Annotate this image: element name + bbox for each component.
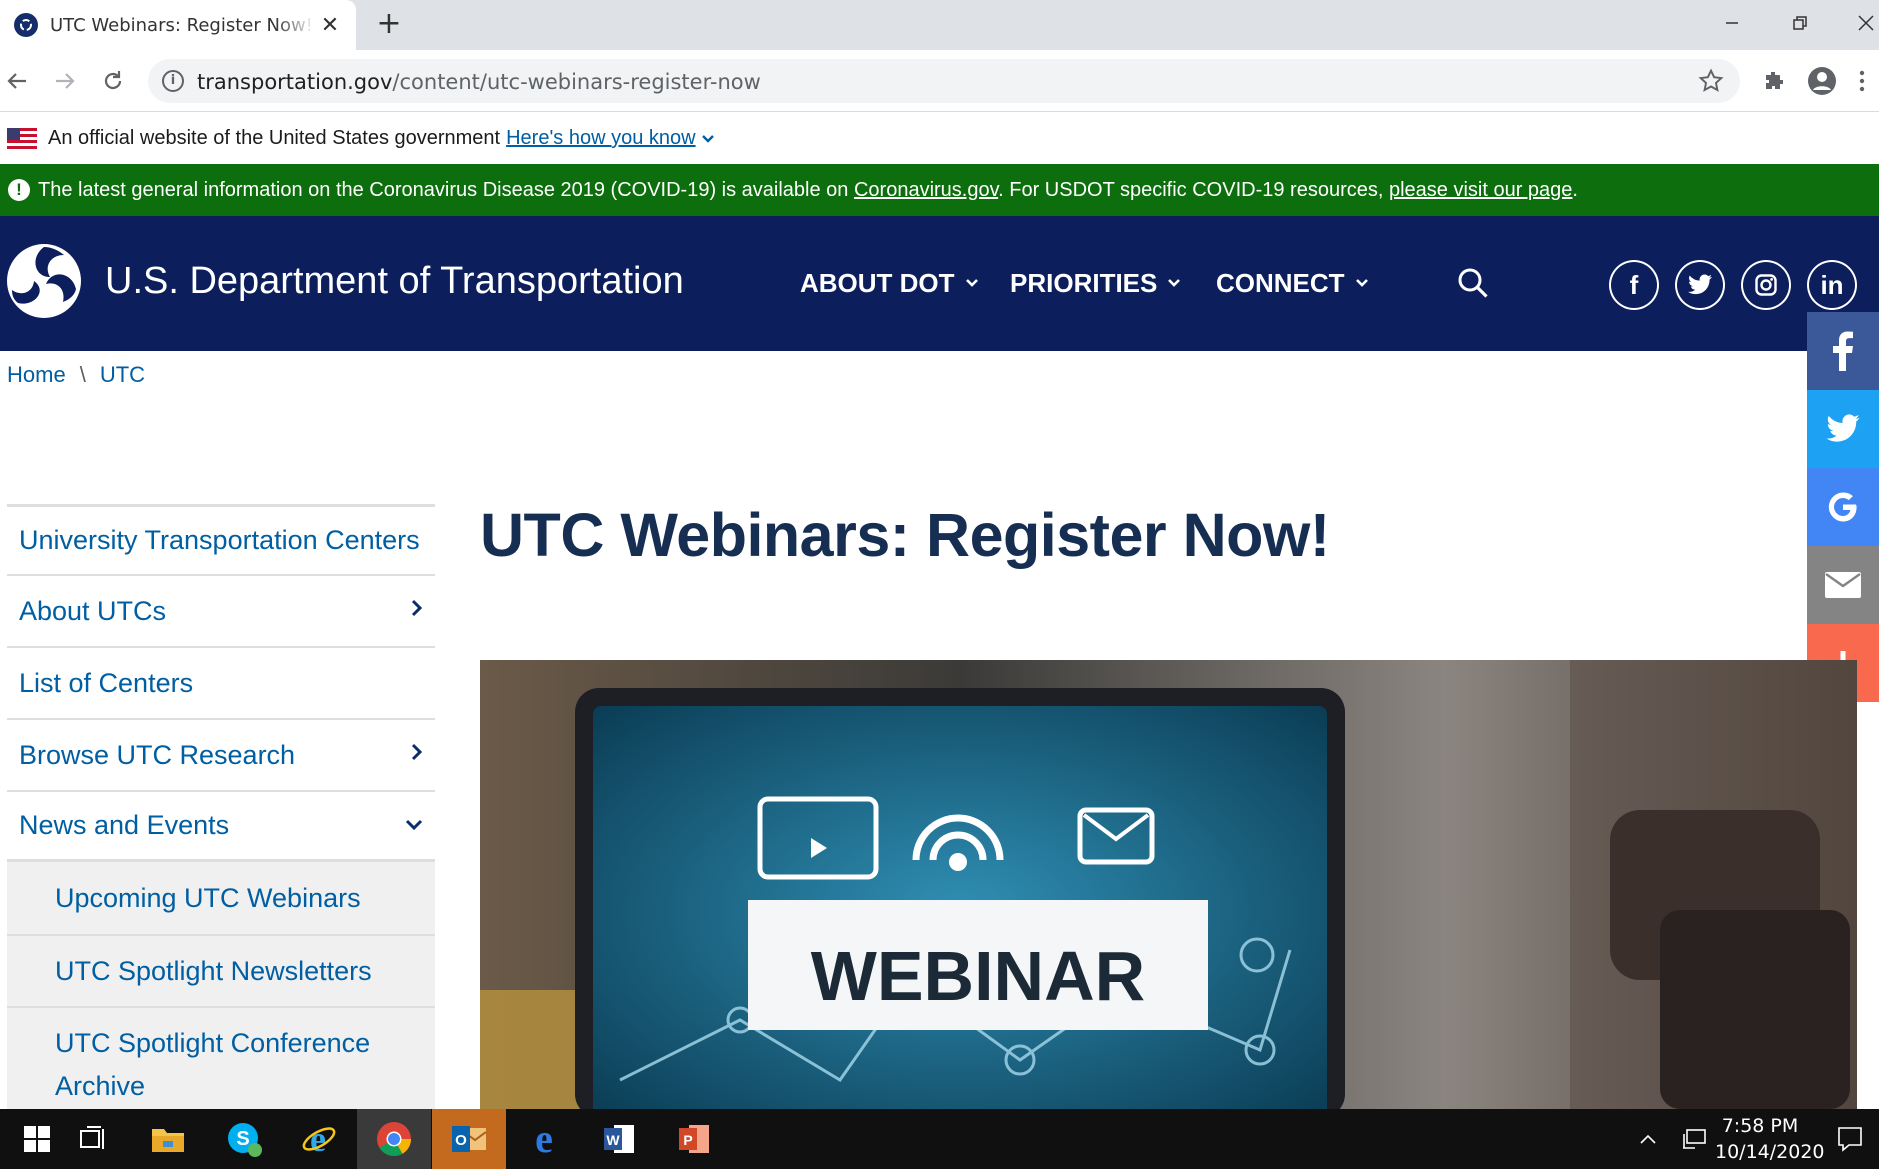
share-email-icon[interactable] — [1807, 546, 1879, 624]
search-icon[interactable] — [1456, 266, 1490, 304]
menu-kebab-icon[interactable] — [1852, 64, 1872, 98]
hero-webinar-text: WEBINAR — [811, 937, 1145, 1015]
breadcrumb-current-link[interactable]: UTC — [100, 362, 145, 388]
sidenav-item-news-events[interactable]: News and Events — [7, 790, 435, 862]
chevron-down-icon — [965, 275, 979, 293]
svg-text:O: O — [455, 1132, 467, 1149]
site-info-icon[interactable]: i — [162, 70, 184, 92]
sidenav-sub-upcoming-webinars[interactable]: Upcoming UTC Webinars — [7, 862, 435, 934]
sidenav-item-about-utcs[interactable]: About UTCs — [7, 574, 435, 646]
coronavirus-gov-link[interactable]: Coronavirus.gov — [854, 179, 998, 201]
breadcrumb-separator: \ — [79, 362, 86, 387]
share-google-icon[interactable] — [1807, 468, 1879, 546]
system-clock[interactable]: 7:58 PM 10/14/2020 — [1715, 1113, 1825, 1165]
internet-explorer-icon[interactable]: e — [282, 1109, 356, 1169]
sidenav-item-list-of-centers[interactable]: List of Centers — [7, 646, 435, 718]
reload-icon[interactable] — [96, 64, 130, 98]
address-bar[interactable]: i transportation.gov/content/utc-webinar… — [148, 59, 1740, 103]
dot-logo[interactable] — [6, 241, 82, 321]
chevron-down-icon — [1167, 275, 1181, 293]
twitter-icon[interactable] — [1675, 260, 1725, 310]
browser-toolbar: i transportation.gov/content/utc-webinar… — [0, 50, 1879, 112]
notifications-icon[interactable] — [1820, 1109, 1879, 1169]
skype-icon[interactable]: S — [207, 1109, 281, 1169]
chevron-down-icon — [1355, 275, 1369, 293]
sidenav-item-utc[interactable]: University Transportation Centers — [7, 504, 435, 574]
outlook-icon[interactable]: O — [432, 1109, 506, 1169]
address-url[interactable]: transportation.gov/content/utc-webinars-… — [197, 70, 761, 94]
browser-tab[interactable]: UTC Webinars: Register Now! | US Departm… — [0, 0, 356, 50]
breadcrumb-home-link[interactable]: Home — [7, 362, 66, 388]
svg-text:e: e — [310, 1121, 326, 1157]
svg-text:W: W — [606, 1132, 620, 1148]
us-flag-icon — [7, 127, 37, 150]
back-icon[interactable] — [0, 64, 34, 98]
facebook-icon[interactable]: f — [1609, 260, 1659, 310]
sidenav-sub-conference-archive[interactable]: UTC Spotlight Conference Archive — [7, 1006, 435, 1114]
task-view-icon[interactable] — [56, 1109, 130, 1169]
site-header: U.S. Department of Transportation ABOUT … — [0, 216, 1879, 351]
powerpoint-icon[interactable]: P — [657, 1109, 731, 1169]
nav-priorities[interactable]: PRIORITIES — [1010, 268, 1181, 299]
webinar-hero-image: WEBINAR — [480, 660, 1857, 1109]
new-tab-icon[interactable]: + — [372, 8, 406, 42]
browser-tab-strip: UTC Webinars: Register Now! | US Departm… — [0, 0, 1879, 50]
gov-banner: An official website of the United States… — [0, 113, 1879, 164]
dot-favicon-icon — [14, 13, 38, 37]
share-twitter-icon[interactable] — [1807, 390, 1879, 468]
alert-exclamation-icon: ! — [8, 179, 30, 201]
edge-icon[interactable]: e — [507, 1109, 581, 1169]
nav-about-dot[interactable]: ABOUT DOT — [800, 268, 979, 299]
page-title: UTC Webinars: Register Now! — [480, 501, 1330, 569]
sidenav-sub-spotlight-newsletters[interactable]: UTC Spotlight Newsletters — [7, 934, 435, 1006]
extensions-icon[interactable] — [1757, 64, 1791, 98]
window-close-icon[interactable] — [1846, 6, 1879, 40]
svg-text:e: e — [535, 1122, 553, 1156]
sidenav-item-browse-research[interactable]: Browse UTC Research — [7, 718, 435, 790]
breadcrumb: Home \ UTC — [7, 362, 145, 388]
profile-icon[interactable] — [1805, 64, 1839, 98]
chevron-right-icon — [411, 599, 423, 623]
tab-title: UTC Webinars: Register Now! | US Departm… — [50, 14, 315, 36]
instagram-icon[interactable] — [1741, 260, 1791, 310]
side-navigation: University Transportation Centers About … — [7, 504, 435, 1114]
share-facebook-icon[interactable] — [1807, 312, 1879, 390]
linkedin-icon[interactable]: in — [1807, 260, 1857, 310]
word-icon[interactable]: W — [582, 1109, 656, 1169]
minimize-icon[interactable] — [1712, 6, 1752, 40]
bookmark-star-icon[interactable] — [1698, 68, 1724, 98]
covid-alert: ! The latest general information on the … — [0, 164, 1879, 216]
alert-text: The latest general information on the Co… — [38, 178, 1578, 201]
file-explorer-icon[interactable] — [131, 1109, 205, 1169]
site-title[interactable]: U.S. Department of Transportation — [105, 260, 684, 303]
tab-close-icon[interactable]: ✕ — [318, 13, 342, 38]
gov-banner-text: An official website of the United States… — [48, 127, 501, 149]
nav-connect[interactable]: CONNECT — [1216, 268, 1369, 299]
chevron-right-icon — [411, 743, 423, 767]
forward-icon[interactable] — [48, 64, 82, 98]
chevron-down-icon[interactable] — [701, 129, 714, 148]
heres-how-you-know-link[interactable]: Here's how you know — [506, 127, 695, 150]
svg-text:S: S — [236, 1128, 249, 1150]
chrome-icon[interactable] — [357, 1109, 431, 1169]
restore-icon[interactable] — [1780, 6, 1820, 40]
svg-text:P: P — [683, 1132, 692, 1148]
windows-taskbar: S e O e W P 7:58 PM 10/14/2020 — [0, 1109, 1879, 1169]
usdot-covid-page-link[interactable]: please visit our page — [1389, 179, 1572, 201]
chevron-down-icon — [405, 814, 423, 837]
